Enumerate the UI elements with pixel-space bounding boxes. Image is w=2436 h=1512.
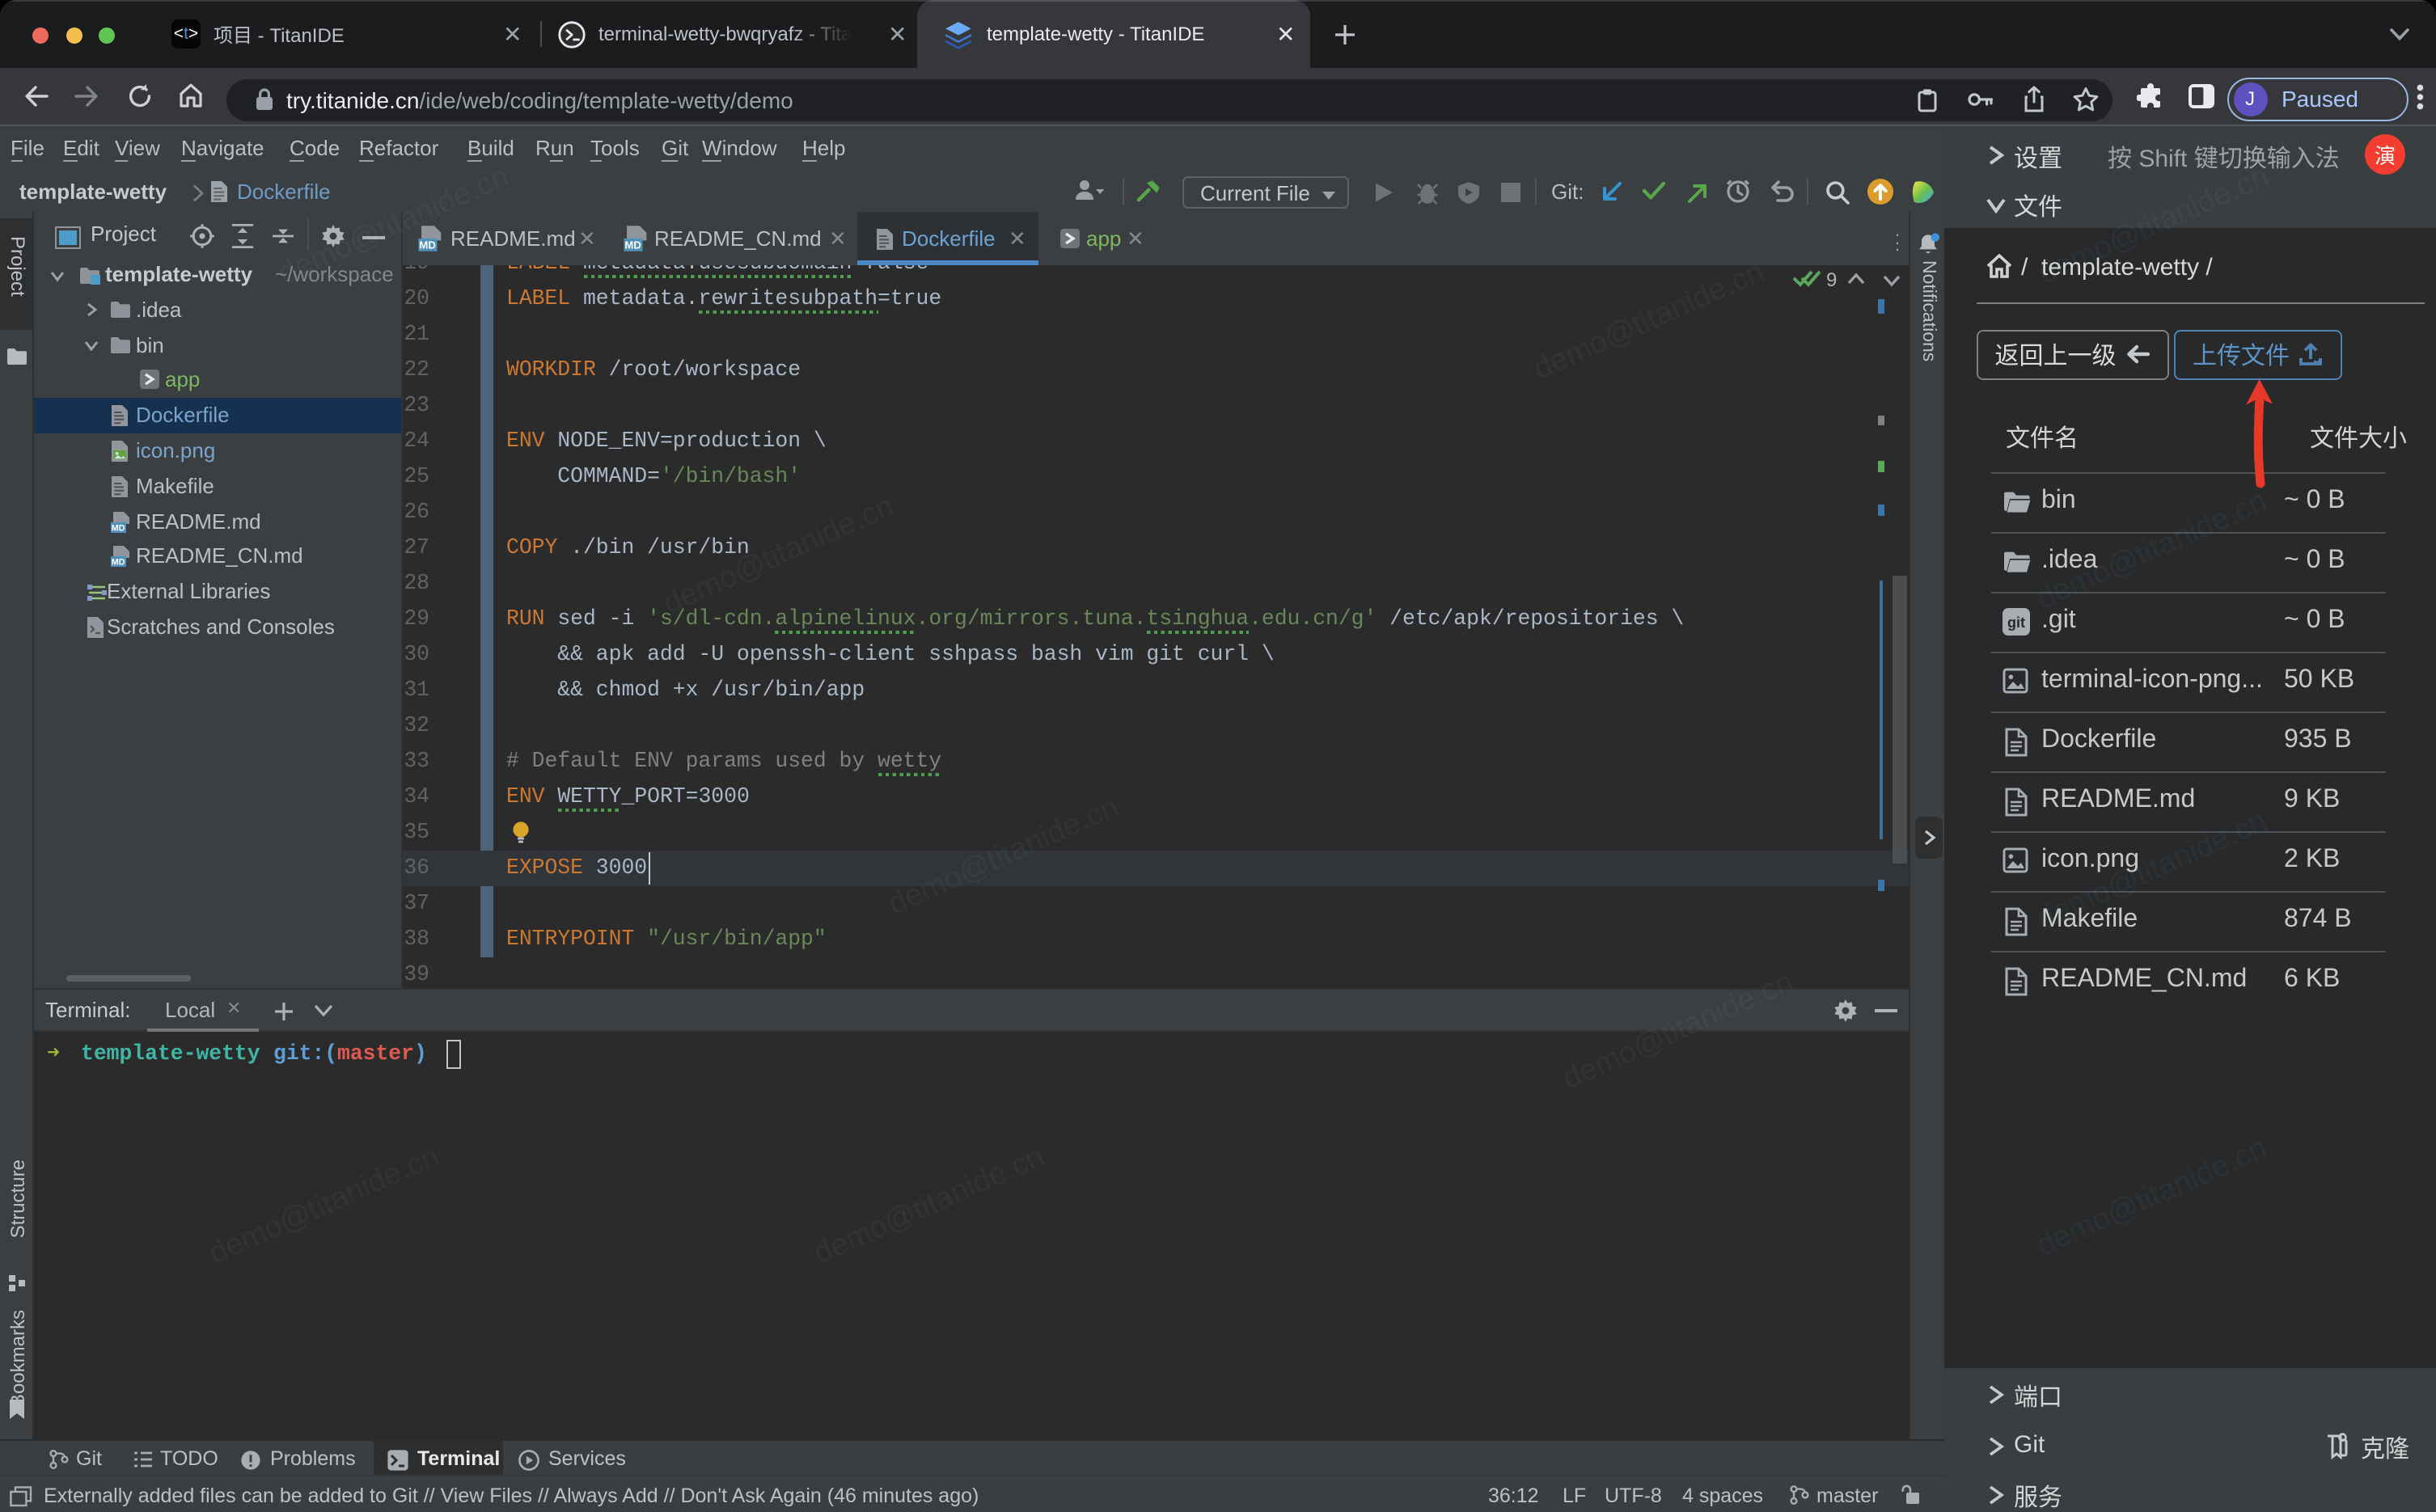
svg-text:MD: MD xyxy=(111,558,125,568)
svg-text:9: 9 xyxy=(1825,269,1836,291)
svg-text:MD: MD xyxy=(624,239,640,251)
svg-text:MD: MD xyxy=(111,523,125,533)
svg-text:MD: MD xyxy=(419,239,435,251)
